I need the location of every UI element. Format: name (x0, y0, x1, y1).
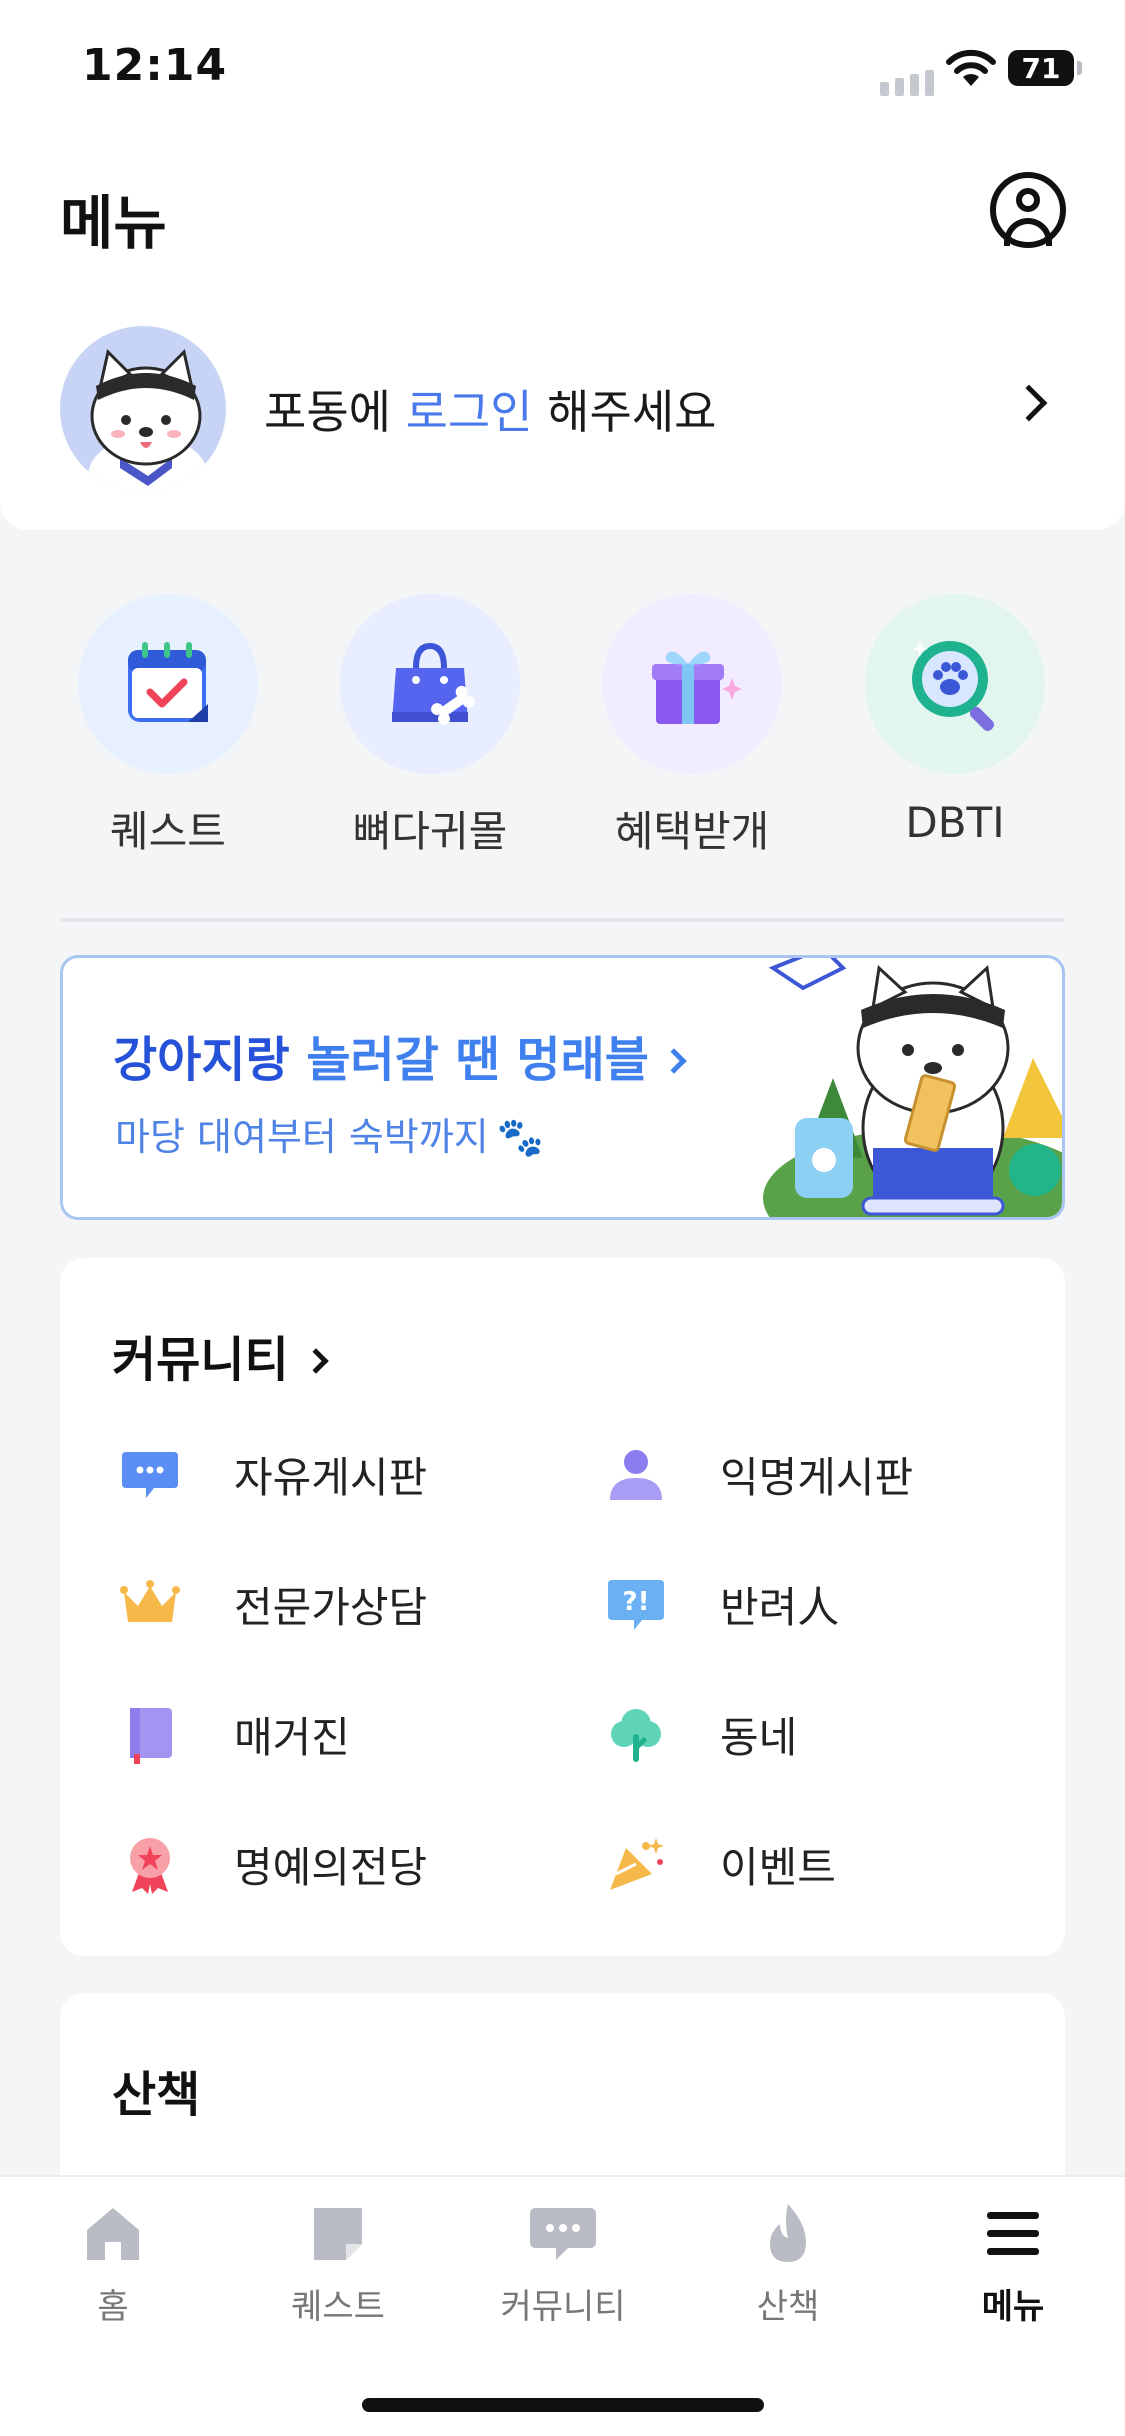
promo-banner[interactable]: 강아지랑 놀러갈 땐 멍래블 마당 대여부터 숙박까지 🐾 (60, 955, 1065, 1220)
quick-item-mall[interactable]: 뼈다귀몰 (330, 594, 530, 859)
board-label: 명예의전당 (234, 1842, 428, 1892)
board-label: 반려人 (720, 1582, 840, 1632)
chat-bubble-icon (118, 1442, 182, 1506)
battery-icon: 71 (1008, 50, 1082, 86)
party-popper-icon (604, 1832, 668, 1896)
status-bar: 12:14 71 (0, 0, 1125, 140)
flame-icon (753, 2199, 823, 2269)
board-item-hall-of-fame[interactable]: 명예의전당 (118, 1824, 427, 1904)
board-label: 전문가상담 (234, 1582, 428, 1632)
tab-community[interactable]: 커뮤니티 (483, 2199, 643, 2328)
tab-label: 메뉴 (981, 2287, 1045, 2327)
wifi-icon (946, 49, 996, 86)
community-title[interactable]: 커뮤니티 (112, 1320, 329, 1390)
board-item-free[interactable]: 자유게시판 (118, 1434, 427, 1514)
login-suffix: 해주세요 (532, 385, 717, 439)
board-item-neighborhood[interactable]: 동네 (604, 1694, 797, 1774)
dog-mascot-icon (88, 349, 208, 492)
quick-item-label: DBTI (905, 798, 1005, 847)
banner-title: 강아지랑 놀러갈 땐 멍래블 (113, 1020, 687, 1090)
board-item-companion[interactable]: ?! 반려人 (604, 1564, 839, 1644)
tab-home[interactable]: 홈 (33, 2199, 193, 2328)
person-icon (604, 1442, 668, 1506)
avatar (60, 326, 226, 492)
person-circle-icon (1016, 188, 1040, 212)
menu-icon (978, 2199, 1048, 2269)
quick-item-benefit[interactable]: 혜택받개 (592, 594, 792, 859)
board-item-event[interactable]: 이벤트 (604, 1824, 836, 1904)
banner-subtitle: 마당 대여부터 숙박까지 🐾 (115, 1115, 545, 1159)
quick-item-label: 퀘스트 (110, 807, 226, 856)
bottom-tab-bar: 홈 퀘스트 커뮤니티 산책 메뉴 (0, 2175, 1125, 2436)
status-time: 12:14 (82, 40, 228, 91)
chat-icon (528, 2199, 598, 2269)
quick-menu: 퀘스트 뼈다귀몰 혜택받개 DBTI (0, 594, 1125, 856)
login-prompt-text: 포동에 로그인 해주세요 (264, 376, 716, 442)
chevron-right-icon (302, 1348, 329, 1374)
shopping-bag-icon (392, 642, 475, 725)
section-divider (60, 918, 1065, 922)
page-title: 메뉴 (60, 189, 167, 257)
login-link[interactable]: 로그인 (406, 385, 533, 439)
calendar-check-icon (128, 642, 208, 722)
chevron-right-icon (661, 1048, 687, 1074)
login-prefix: 포동에 (264, 385, 406, 439)
note-icon (303, 2199, 373, 2269)
walk-title: 산책 (112, 2067, 201, 2123)
home-indicator[interactable] (362, 2398, 764, 2412)
board-label: 매거진 (234, 1712, 350, 1762)
profile-button[interactable] (990, 172, 1066, 248)
board-item-anonymous[interactable]: 익명게시판 (604, 1434, 913, 1514)
tree-icon (604, 1702, 668, 1766)
book-icon (118, 1702, 182, 1766)
quick-item-label: 뼈다귀몰 (352, 807, 508, 856)
board-label: 이벤트 (720, 1842, 836, 1892)
quick-item-label: 혜택받개 (614, 807, 770, 856)
quick-item-quest[interactable]: 퀘스트 (68, 594, 268, 859)
cellular-signal-icon (880, 70, 934, 96)
svg-text:?!: ?! (623, 1587, 650, 1617)
gift-icon (652, 651, 742, 724)
dog-travel-illustration (763, 958, 1062, 1217)
chevron-right-icon (1010, 384, 1048, 422)
paw-search-icon (912, 641, 995, 732)
question-bubble-icon: ?! (604, 1572, 668, 1636)
home-icon (78, 2199, 148, 2269)
tab-walk[interactable]: 산책 (708, 2199, 868, 2328)
board-label: 동네 (720, 1712, 798, 1762)
tab-label: 커뮤니티 (500, 2287, 626, 2327)
crown-icon (118, 1572, 182, 1636)
tab-quest[interactable]: 퀘스트 (258, 2199, 418, 2328)
login-prompt-row[interactable]: 포동에 로그인 해주세요 (0, 320, 1125, 500)
tab-label: 퀘스트 (291, 2287, 385, 2327)
tab-label: 산책 (756, 2287, 820, 2327)
medal-icon (118, 1832, 182, 1896)
board-label: 자유게시판 (234, 1452, 428, 1502)
paw-prints-icon: 🐾 (496, 1115, 545, 1159)
board-item-expert[interactable]: 전문가상담 (118, 1564, 427, 1644)
community-card: 커뮤니티 자유게시판 익명게시판 전문가상담 ?! 반려人 매거진 동네 명예의… (60, 1258, 1065, 1956)
tab-label: 홈 (97, 2287, 129, 2327)
tab-menu[interactable]: 메뉴 (933, 2199, 1093, 2328)
board-item-magazine[interactable]: 매거진 (118, 1694, 350, 1774)
quick-item-dbti[interactable]: DBTI (855, 594, 1055, 847)
board-label: 익명게시판 (720, 1452, 914, 1502)
